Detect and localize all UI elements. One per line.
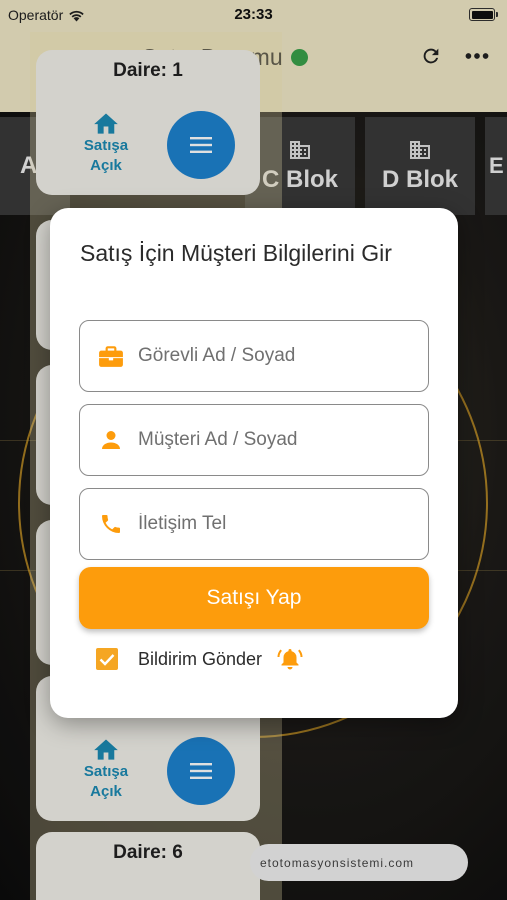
- staff-name-field[interactable]: [79, 320, 429, 392]
- phone-icon: [102, 515, 120, 533]
- bell-ringing-icon: [277, 649, 303, 670]
- notify-checkbox[interactable]: [96, 648, 118, 670]
- notify-label: Bildirim Gönder: [138, 648, 263, 669]
- dialog-title: Satış İçin Müşteri Bilgilerini Gir: [80, 240, 392, 266]
- customer-info-dialog: Satış İçin Müşteri Bilgilerini Gir Satış…: [50, 208, 458, 718]
- briefcase-icon: [99, 346, 123, 367]
- staff-name-input[interactable]: [138, 345, 418, 367]
- customer-name-input[interactable]: [138, 429, 418, 451]
- contact-phone-input[interactable]: [138, 513, 418, 535]
- customer-name-field[interactable]: [79, 404, 429, 476]
- notify-row[interactable]: Bildirim Gönder: [96, 646, 304, 672]
- contact-phone-field[interactable]: [79, 488, 429, 560]
- submit-sale-button[interactable]: Satışı Yap: [79, 567, 429, 629]
- person-icon: [102, 431, 120, 449]
- checkmark-icon: [99, 653, 115, 666]
